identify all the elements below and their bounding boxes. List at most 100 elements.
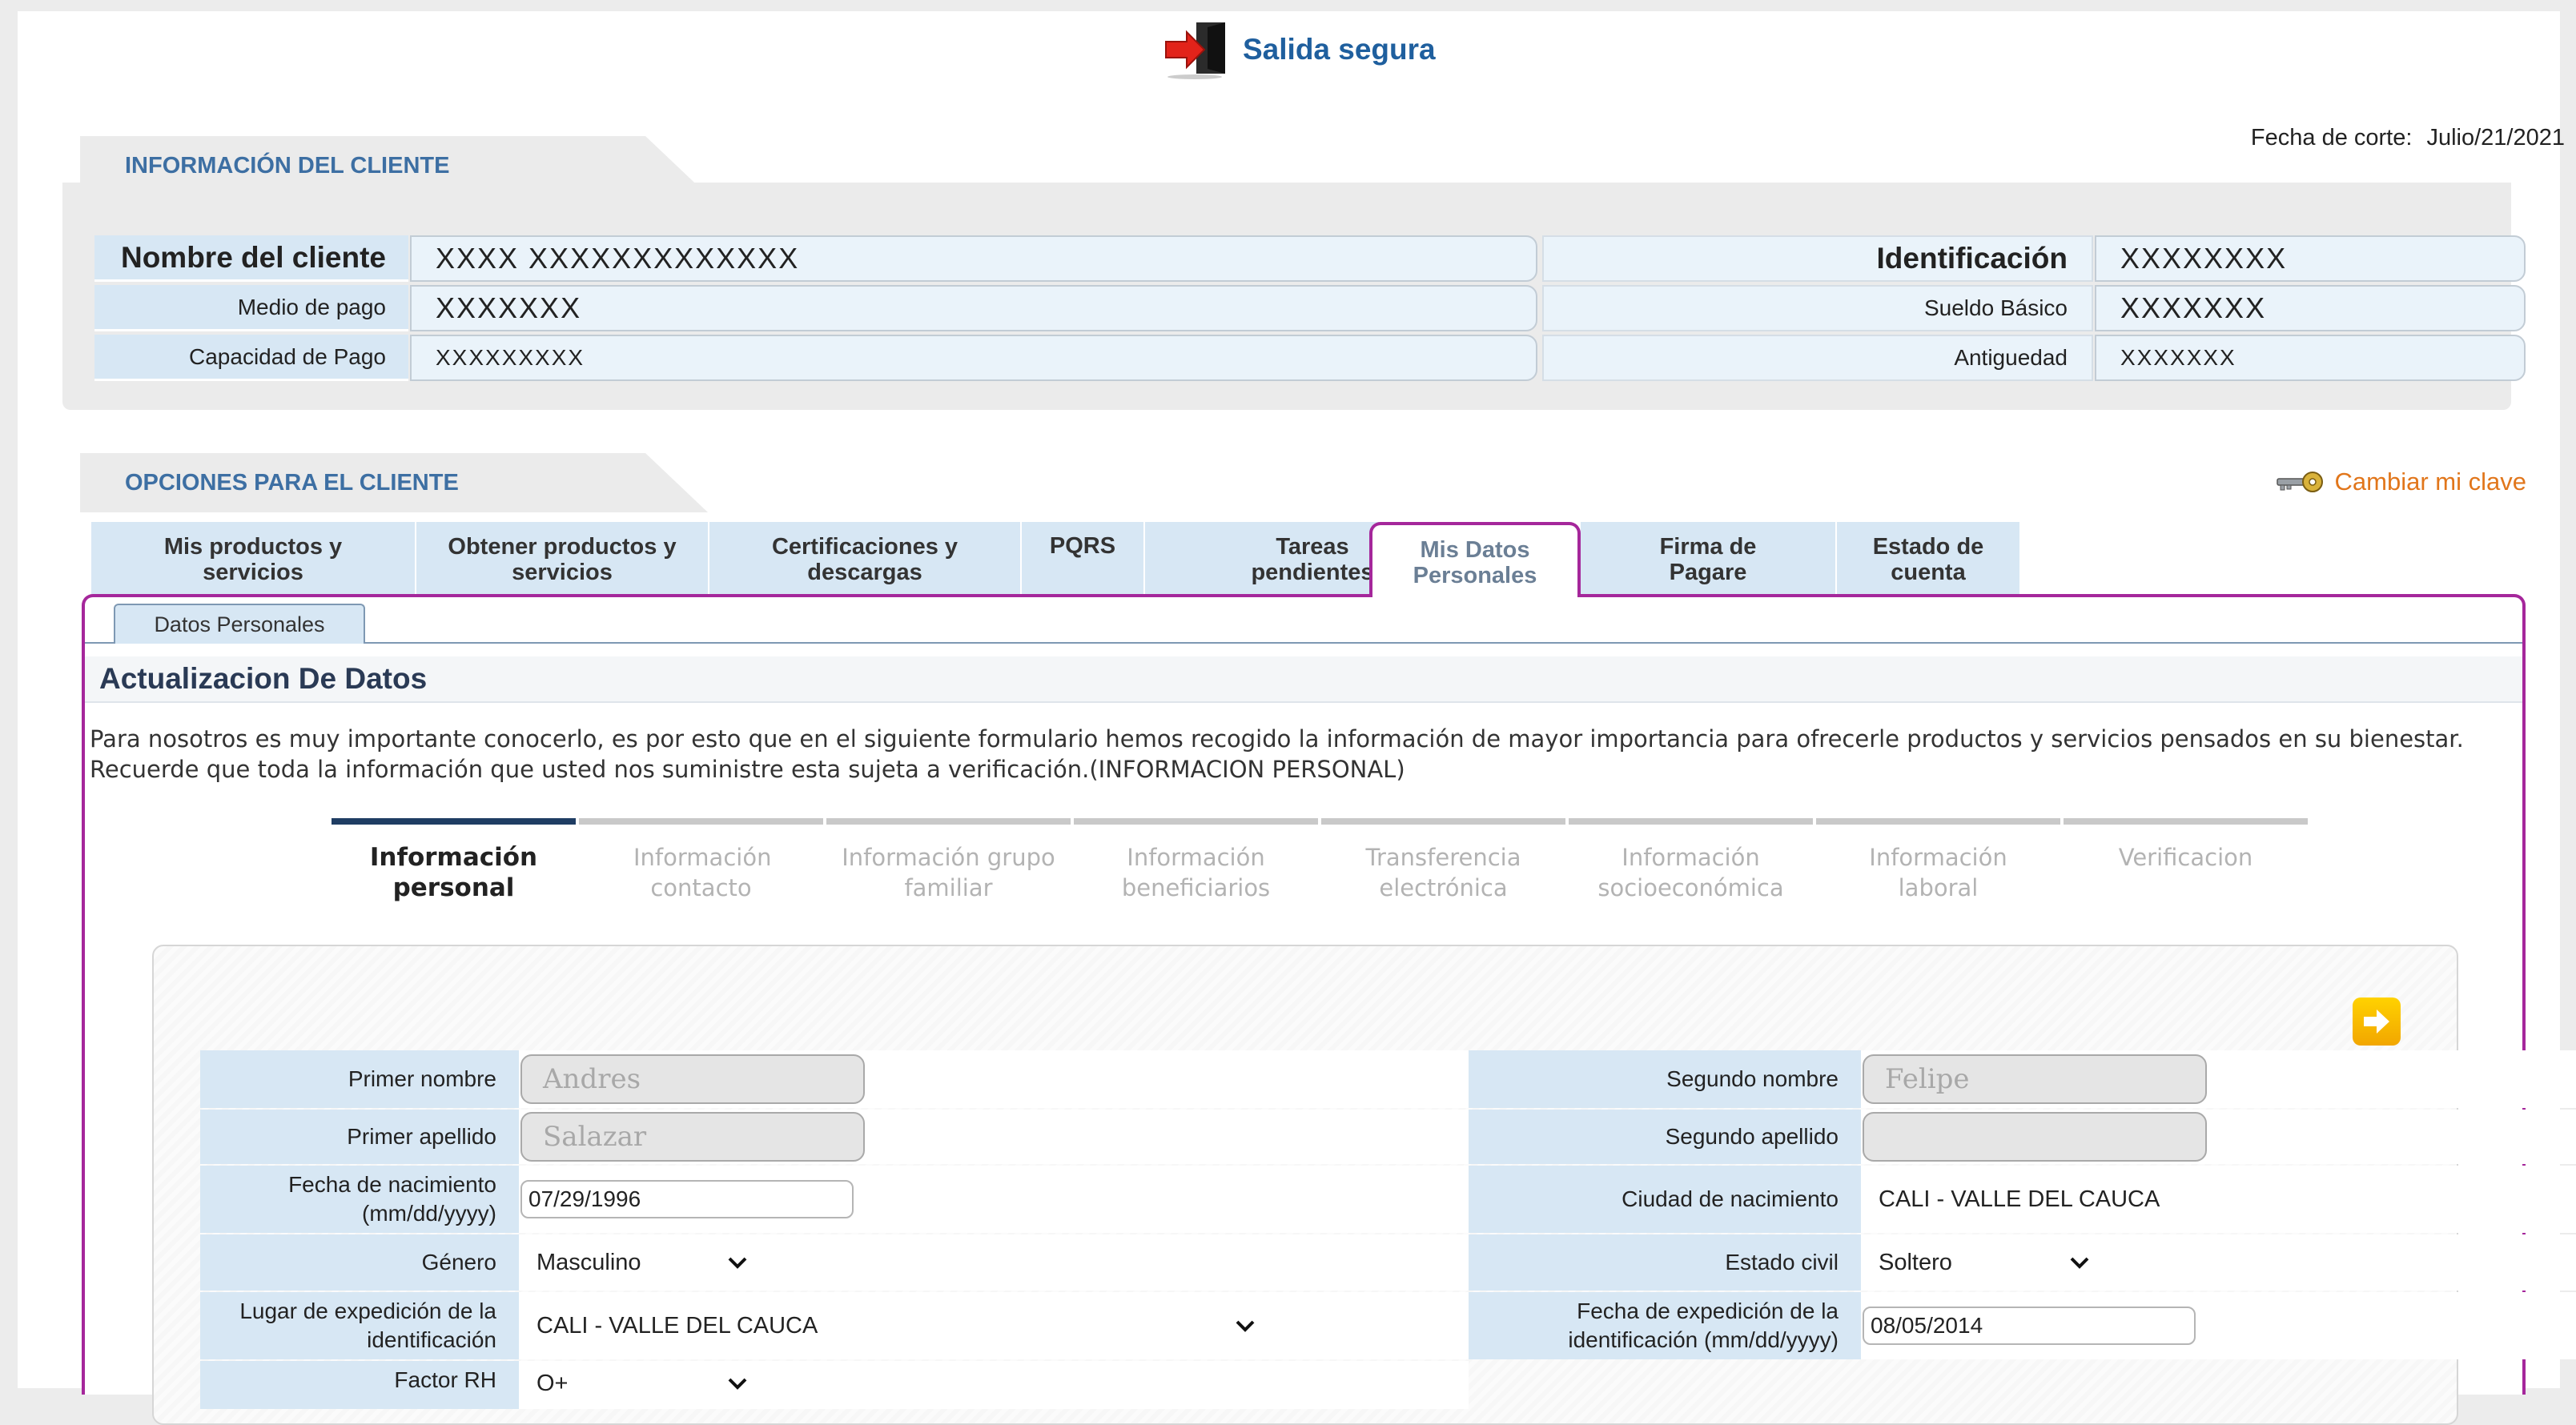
genero-value: Masculino (536, 1249, 641, 1275)
client-row: Nombre del cliente XXXX XXXXXXXXXXXXX Id… (94, 235, 2526, 282)
primer-nombre-cell: Andres (519, 1050, 1469, 1108)
main-tabs: Mis productos y servicios Obtener produc… (91, 522, 2021, 597)
factor-rh-value: O+ (536, 1370, 569, 1396)
client-row: Capacidad de Pago XXXXXXXXX Antiguedad X… (94, 335, 2526, 381)
tab-estado-cuenta[interactable]: Estado de cuenta (1837, 522, 2021, 594)
tab-label: Mis productos y servicios (163, 534, 343, 585)
segundo-nombre-input[interactable]: Felipe (1863, 1054, 2207, 1104)
form-row: Fecha de nacimiento (mm/dd/yyyy) 07/29/1… (200, 1166, 2576, 1233)
step-label: Información socioeconómica (1597, 844, 1784, 901)
identification-label: Identificación (1542, 235, 2093, 282)
step-bar (1074, 818, 1318, 825)
payment-method-value: XXXXXXX (410, 285, 1537, 331)
tab-certificaciones[interactable]: Certificaciones y descargas (709, 522, 1022, 594)
step-socioeconomica[interactable]: Información socioeconómica (1567, 818, 1814, 903)
fecha-expedicion-label: Fecha de expedición de la identificación… (1469, 1292, 1861, 1359)
form-row: Primer apellido Salazar Segundo apellido (200, 1110, 2576, 1164)
step-informacion-personal[interactable]: Información personal (330, 818, 577, 903)
page-title-text: Actualizacion De Datos (99, 662, 428, 695)
factor-rh-cell: O+ (519, 1361, 1469, 1409)
subtab-divider (85, 642, 2522, 644)
step-bar (826, 818, 1071, 825)
tab-obtener-productos[interactable]: Obtener productos y servicios (416, 522, 709, 594)
step-label: Información beneficiarios (1121, 844, 1271, 901)
factor-rh-select[interactable]: O+ (520, 1361, 758, 1406)
intro-text: Para nosotros es muy importante conocerl… (90, 725, 2464, 783)
primer-apellido-label: Primer apellido (200, 1110, 519, 1164)
ciudad-nacimiento-value: CALI - VALLE DEL CAUCA (1879, 1186, 2160, 1212)
tab-label: PQRS (1049, 533, 1116, 559)
lugar-expedicion-value: CALI - VALLE DEL CAUCA (536, 1312, 818, 1339)
secure-exit-label: Salida segura (1243, 33, 1436, 66)
next-step-button[interactable] (2353, 998, 2401, 1046)
step-bar (2064, 818, 2308, 825)
next-arrow-icon (2364, 1010, 2389, 1034)
estado-civil-value: Soltero (1879, 1249, 1952, 1275)
segundo-apellido-input[interactable] (1863, 1112, 2207, 1162)
primer-nombre-input[interactable]: Andres (520, 1054, 865, 1104)
step-label: Transferencia electrónica (1365, 844, 1521, 901)
segundo-nombre-label: Segundo nombre (1469, 1050, 1861, 1108)
change-password-label: Cambiar mi clave (2334, 468, 2526, 496)
step-laboral[interactable]: Información laboral (1814, 818, 2062, 903)
estado-civil-label: Estado civil (1469, 1234, 1861, 1291)
step-transferencia[interactable]: Transferencia electrónica (1320, 818, 1567, 903)
step-beneficiarios[interactable]: Información beneficiarios (1072, 818, 1320, 903)
tab-firma-pagare[interactable]: Firma de Pagare (1581, 522, 1837, 594)
lugar-expedicion-label: Lugar de expedición de la identificación (200, 1292, 519, 1359)
tab-mis-datos-personales[interactable]: Mis Datos Personales (1369, 522, 1581, 597)
lugar-expedicion-select[interactable]: CALI - VALLE DEL CAUCA (520, 1303, 1265, 1348)
subtab-datos-personales[interactable]: Datos Personales (114, 604, 365, 644)
change-password-link[interactable]: Cambiar mi clave (2276, 468, 2526, 496)
step-bar (1816, 818, 2060, 825)
primer-apellido-cell: Salazar (519, 1110, 1469, 1164)
tab-pqrs[interactable]: PQRS (1022, 522, 1145, 594)
form-steps: Información personal Información contact… (330, 818, 2309, 903)
tab-label: Firma de Pagare (1659, 534, 1757, 585)
options-section-header: OPCIONES PARA EL CLIENTE (80, 453, 708, 512)
primer-apellido-input[interactable]: Salazar (520, 1112, 865, 1162)
step-label: Información personal (369, 843, 538, 902)
ciudad-nacimiento-label: Ciudad de nacimiento (1469, 1166, 1861, 1233)
primer-nombre-label: Primer nombre (200, 1050, 519, 1108)
form-row: Factor RH O+ (200, 1361, 1469, 1409)
form-row: Primer nombre Andres Segundo nombre Feli… (200, 1050, 2576, 1108)
fecha-expedicion-input[interactable]: 08/05/2014 (1863, 1307, 2196, 1345)
chevron-down-icon (2070, 1257, 2089, 1269)
step-label: Verificacion (2118, 844, 2253, 871)
cutoff-label: Fecha de corte: (2250, 125, 2413, 151)
lugar-expedicion-cell: CALI - VALLE DEL CAUCA (519, 1292, 1469, 1359)
cutoff-date: Fecha de corte: Julio/21/2021 (2251, 125, 2565, 151)
options-section-title: OPCIONES PARA EL CLIENTE (125, 469, 459, 496)
step-bar (332, 818, 576, 825)
genero-select[interactable]: Masculino (520, 1240, 758, 1285)
factor-rh-label: Factor RH (200, 1361, 519, 1409)
step-label: Información laboral (1869, 844, 2007, 901)
tab-label: Tareas pendientes (1251, 534, 1374, 585)
cutoff-value: Julio/21/2021 (2426, 125, 2565, 151)
segundo-apellido-cell (1861, 1110, 2576, 1164)
fecha-nacimiento-cell: 07/29/1996 (519, 1166, 1469, 1233)
client-name-value: XXXX XXXXXXXXXXXXX (410, 235, 1537, 282)
secure-exit-link[interactable]: Salida segura (1163, 19, 1436, 80)
step-bar (1321, 818, 1565, 825)
payment-capacity-value: XXXXXXXXX (410, 335, 1537, 381)
tab-mis-productos[interactable]: Mis productos y servicios (91, 522, 416, 594)
fecha-nacimiento-input[interactable]: 07/29/1996 (520, 1180, 854, 1218)
fecha-expedicion-cell: 08/05/2014 (1861, 1292, 2576, 1359)
base-salary-value: XXXXXXX (2095, 285, 2526, 331)
seniority-label: Antiguedad (1542, 335, 2093, 381)
step-verificacion[interactable]: Verificacion (2062, 818, 2309, 903)
step-grupo-familiar[interactable]: Información grupo familiar (825, 818, 1072, 903)
subtab-label: Datos Personales (154, 612, 325, 636)
chevron-down-icon (1236, 1320, 1255, 1332)
genero-label: Género (200, 1234, 519, 1291)
tab-label: Mis Datos Personales (1413, 537, 1537, 588)
estado-civil-select[interactable]: Soltero (1863, 1240, 2100, 1285)
ciudad-nacimiento-cell: CALI - VALLE DEL CAUCA (1861, 1166, 2576, 1233)
ciudad-nacimiento-select[interactable]: CALI - VALLE DEL CAUCA (1863, 1177, 2576, 1222)
step-informacion-contacto[interactable]: Información contacto (577, 818, 825, 903)
payment-method-label: Medio de pago (94, 285, 408, 331)
estado-civil-cell: Soltero (1861, 1234, 2576, 1291)
seniority-value: XXXXXXX (2095, 335, 2526, 381)
